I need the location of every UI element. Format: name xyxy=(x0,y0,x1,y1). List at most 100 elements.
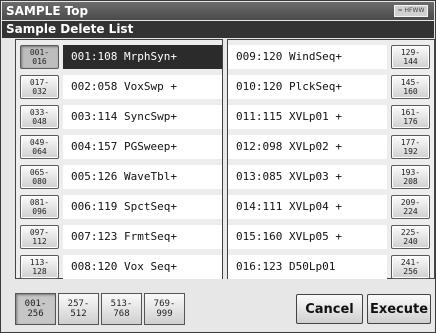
range-button-label: 001- xyxy=(29,48,50,57)
tab-label: 512 xyxy=(70,309,87,319)
range-button-label: 129- xyxy=(400,48,421,57)
sample-item[interactable]: 010:120 PlckSeq+ xyxy=(228,75,387,99)
cancel-button[interactable]: Cancel xyxy=(296,294,363,324)
range-button-label: 193- xyxy=(400,168,421,177)
range-button-label: 097- xyxy=(29,228,50,237)
range-button-label: 048 xyxy=(32,117,47,126)
sample-row: 012:098 XVLp02 +177- 192 xyxy=(228,132,434,162)
tab-label: 257- xyxy=(67,299,90,309)
range-button-label: 208 xyxy=(403,177,418,186)
screen-title: Sample Delete List xyxy=(2,21,434,38)
range-button-label: 080 xyxy=(32,177,47,186)
sample-item[interactable]: 001:108 MrphSyn+ xyxy=(63,45,222,69)
range-button-label: 160 xyxy=(403,87,418,96)
sample-item[interactable]: 011:115 XVLp01 + xyxy=(228,105,387,129)
sample-row: 010:120 PlckSeq+ 145- 160 xyxy=(228,72,434,102)
range-button-label: 016 xyxy=(32,57,47,66)
range-button[interactable]: 177- 192 xyxy=(391,135,430,159)
range-button-label: 128 xyxy=(32,267,47,276)
range-button-label: 241- xyxy=(400,258,421,267)
sample-item[interactable]: 008:120 Vox Seq+ xyxy=(63,255,222,279)
range-button[interactable]: 241- 256 xyxy=(391,255,430,279)
range-button[interactable]: 017- 032 xyxy=(20,75,59,99)
range-button-label: 017- xyxy=(29,78,50,87)
tab-range[interactable]: 257- 512 xyxy=(58,293,99,325)
sample-row: 016:123 D50Lp01 241- 256 xyxy=(228,252,434,282)
sample-item[interactable]: 006:119 SpctSeq+ xyxy=(63,195,222,219)
sample-row: 033- 048 003:114 SyncSwp+ xyxy=(16,102,222,132)
range-tabs: 001- 256 257- 512 513- 768 769- 999 xyxy=(15,293,185,325)
tab-range[interactable]: 769- 999 xyxy=(144,293,185,325)
range-button-label: 049- xyxy=(29,138,50,147)
sample-row: 009:120 WindSeq+ 129- 144 xyxy=(228,42,434,72)
tab-range[interactable]: 001- 256 xyxy=(15,293,56,325)
range-button-label: 176 xyxy=(403,117,418,126)
range-button-label: 065- xyxy=(29,168,50,177)
tab-label: 256 xyxy=(27,309,44,319)
sample-row: 049- 064 004:157 PGSweep+ xyxy=(16,132,222,162)
sample-item[interactable]: 012:098 XVLp02 + xyxy=(228,135,387,159)
sample-item[interactable]: 004:157 PGSweep+ xyxy=(63,135,222,159)
range-button[interactable]: 161- 176 xyxy=(391,105,430,129)
sample-item[interactable]: 002:058 VoxSwp + xyxy=(63,75,222,99)
sample-item[interactable]: 003:114 SyncSwp+ xyxy=(63,105,222,129)
range-button[interactable]: 049- 064 xyxy=(20,135,59,159)
range-button-label: 032 xyxy=(32,87,47,96)
range-button-label: 161- xyxy=(400,108,421,117)
range-button[interactable]: 145- 160 xyxy=(391,75,430,99)
tab-label: 768 xyxy=(113,309,130,319)
range-button[interactable]: 129- 144 xyxy=(391,45,430,69)
window-frame: SAMPLE Top ≈ HFWW Sample Delete List 001… xyxy=(0,0,436,333)
range-button-label: 209- xyxy=(400,198,421,207)
sample-row: 097- 112 007:123 FrmtSeq+ xyxy=(16,222,222,252)
range-button-label: 064 xyxy=(32,147,47,156)
range-button-label: 192 xyxy=(403,147,418,156)
range-button-label: 033- xyxy=(29,108,50,117)
range-button-label: 256 xyxy=(403,267,418,276)
sample-item[interactable]: 005:126 WaveTbl+ xyxy=(63,165,222,189)
window-titlebar: SAMPLE Top ≈ HFWW xyxy=(2,2,434,20)
range-button-label: 240 xyxy=(403,237,418,246)
range-button-label: 113- xyxy=(29,258,50,267)
range-button[interactable]: 113- 128 xyxy=(20,255,59,279)
sample-item[interactable]: 013:085 XVLp03 + xyxy=(228,165,387,189)
range-button[interactable]: 033- 048 xyxy=(20,105,59,129)
range-button-label: 096 xyxy=(32,207,47,216)
range-button-label: 225- xyxy=(400,228,421,237)
sample-item[interactable]: 007:123 FrmtSeq+ xyxy=(63,225,222,249)
sample-item[interactable]: 014:111 XVLp04 + xyxy=(228,195,387,219)
range-button[interactable]: 193- 208 xyxy=(391,165,430,189)
sample-row: 013:085 XVLp03 +193- 208 xyxy=(228,162,434,192)
range-button-label: 144 xyxy=(403,57,418,66)
sample-item[interactable]: 009:120 WindSeq+ xyxy=(228,45,387,69)
range-button-label: 177- xyxy=(400,138,421,147)
sample-row: 081- 096 006:119 SpctSeq+ xyxy=(16,192,222,222)
tab-label: 999 xyxy=(156,309,173,319)
tab-label: 001- xyxy=(24,299,47,309)
range-button[interactable]: 001- 016 xyxy=(20,45,59,69)
sample-row: 014:111 XVLp04 +209- 224 xyxy=(228,192,434,222)
tab-range[interactable]: 513- 768 xyxy=(101,293,142,325)
range-button-label: 112 xyxy=(32,237,47,246)
range-button[interactable]: 097- 112 xyxy=(20,225,59,249)
sample-item[interactable]: 016:123 D50Lp01 xyxy=(228,255,387,279)
sample-list-left: 001- 016 001:108 MrphSyn+ 017- 032 002:058 Vo… xyxy=(15,39,223,279)
sample-row: 113- 128 008:120 Vox Seq+ xyxy=(16,252,222,282)
range-button[interactable]: 209- 224 xyxy=(391,195,430,219)
sample-row: 015:160 XVLp05 +225- 240 xyxy=(228,222,434,252)
sample-item[interactable]: 015:160 XVLp05 + xyxy=(228,225,387,249)
tab-label: 513- xyxy=(110,299,133,309)
execute-button[interactable]: Execute xyxy=(367,294,431,324)
range-button[interactable]: 081- 096 xyxy=(20,195,59,219)
tab-label: 769- xyxy=(153,299,176,309)
window-title: SAMPLE Top xyxy=(6,4,89,18)
sample-row: 011:115 XVLp01 +161- 176 xyxy=(228,102,434,132)
range-button-label: 224 xyxy=(403,207,418,216)
range-button[interactable]: 225- 240 xyxy=(391,225,430,249)
sample-row: 065- 080 005:126 WaveTbl+ xyxy=(16,162,222,192)
sample-row: 017- 032 002:058 VoxSwp + xyxy=(16,72,222,102)
status-icon: ≈ HFWW xyxy=(394,5,428,17)
sample-list-right: 009:120 WindSeq+ 129- 144 010:120 PlckSeq+ 1… xyxy=(227,39,435,279)
range-button-label: 145- xyxy=(400,78,421,87)
range-button[interactable]: 065- 080 xyxy=(20,165,59,189)
